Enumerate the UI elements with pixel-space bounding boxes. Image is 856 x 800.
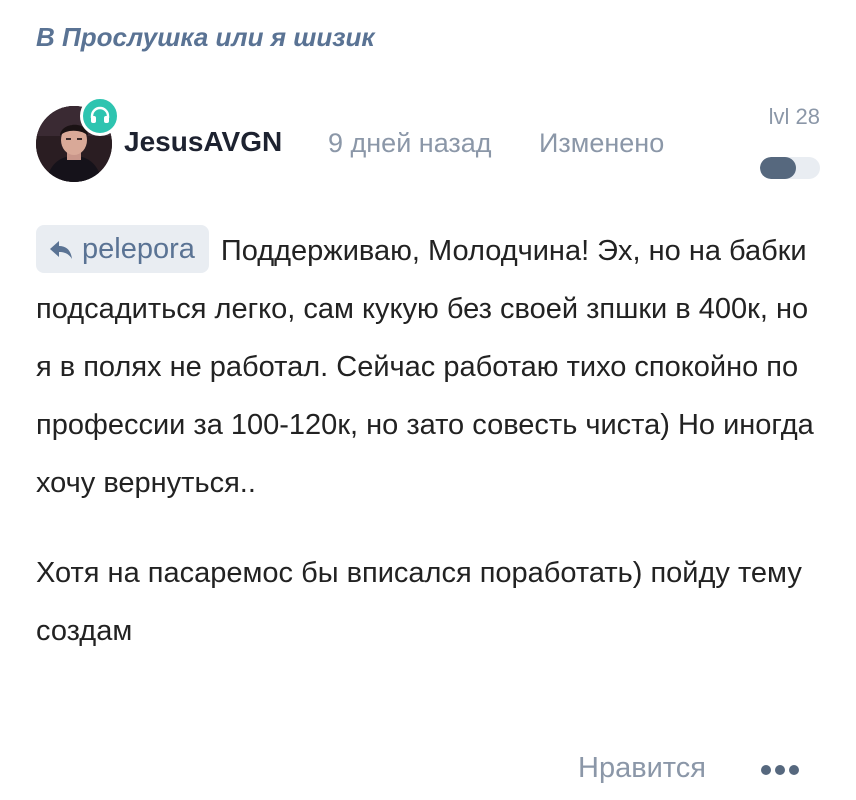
- headset-badge: [80, 96, 120, 136]
- author-avatar-block[interactable]: [36, 96, 120, 182]
- headset-icon: [90, 106, 110, 123]
- edited-label[interactable]: Изменено: [539, 128, 664, 159]
- post-paragraph-1-text: Поддерживаю, Молодчина! Эх, но на бабки …: [36, 235, 814, 499]
- post-time: 9 дней назад: [328, 128, 492, 158]
- level-label: lvl 28: [768, 104, 820, 129]
- quote-author-chip[interactable]: pelepora: [36, 225, 209, 273]
- quote-author-name: pelepora: [82, 233, 195, 265]
- thread-title: Прослушка или я шизик: [62, 22, 375, 52]
- thread-prefix: В: [36, 22, 55, 52]
- thread-link[interactable]: В Прослушка или я шизик: [36, 22, 375, 53]
- post-paragraph-2-text: Хотя на пасаремос бы вписался поработать…: [36, 557, 802, 647]
- like-button[interactable]: Нравится: [578, 752, 706, 785]
- more-dots-icon: [761, 765, 799, 775]
- level-progress-fill: [760, 157, 796, 179]
- level-progress-bar: [760, 157, 820, 179]
- more-options-button[interactable]: [760, 760, 800, 780]
- post-paragraph: pelepora Поддерживаю, Молодчина! Эх, но н…: [36, 222, 826, 512]
- post-paragraph: Хотя на пасаремос бы вписался поработать…: [36, 544, 826, 660]
- post-content: pelepora Поддерживаю, Молодчина! Эх, но н…: [36, 222, 826, 660]
- author-name[interactable]: JesusAVGN: [124, 126, 282, 158]
- reply-arrow-icon: [50, 241, 72, 259]
